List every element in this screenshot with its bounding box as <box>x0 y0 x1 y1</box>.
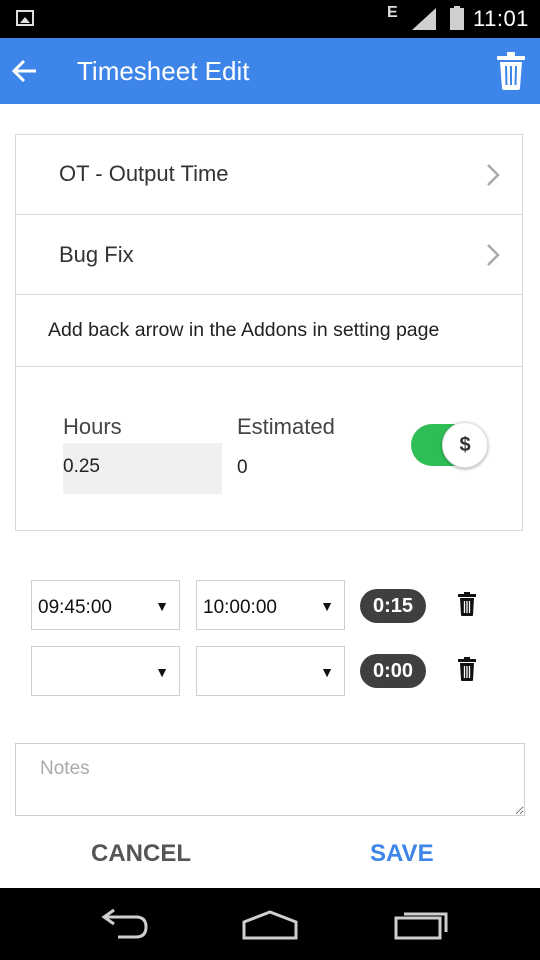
end-time-value: 10:00:00 <box>203 597 277 618</box>
chevron-right-icon <box>487 244 500 266</box>
project-label: OT - Output Time <box>59 161 229 186</box>
project-selector[interactable]: OT - Output Time <box>16 135 522 215</box>
back-arrow-icon[interactable] <box>10 56 40 86</box>
status-bar: E 11:01 <box>0 0 540 38</box>
hours-value: 0.25 <box>63 456 100 477</box>
battery-icon <box>450 6 464 30</box>
hours-label: Hours <box>63 414 122 439</box>
signal-icon <box>412 8 436 30</box>
notes-input[interactable] <box>15 743 525 816</box>
cancel-button[interactable]: CANCEL <box>91 840 191 868</box>
duration-badge: 0:00 <box>360 654 426 688</box>
end-time-select[interactable]: 10:00:00 ▼ <box>196 580 345 630</box>
start-time-select[interactable]: 09:45:00 ▼ <box>31 580 180 630</box>
hours-field[interactable]: 0.25 <box>63 443 222 494</box>
app-bar: Timesheet Edit <box>0 38 540 104</box>
delete-entry-icon[interactable] <box>458 592 476 616</box>
toggle-knob: $ <box>442 422 488 468</box>
timesheet-card: OT - Output Time Bug Fix Add back arrow … <box>15 134 523 531</box>
dropdown-caret-icon: ▼ <box>155 598 169 614</box>
end-time-select[interactable]: ▼ <box>196 646 345 696</box>
estimated-value: 0 <box>237 457 248 478</box>
gallery-notification-icon <box>16 10 34 26</box>
chevron-right-icon <box>487 164 500 186</box>
home-nav-icon[interactable] <box>240 908 300 942</box>
description-text: Add back arrow in the Addons in setting … <box>48 319 440 341</box>
start-time-select[interactable]: ▼ <box>31 646 180 696</box>
duration-badge: 0:15 <box>360 589 426 623</box>
save-button[interactable]: SAVE <box>370 840 434 868</box>
task-selector[interactable]: Bug Fix <box>16 215 522 295</box>
page-title: Timesheet Edit <box>77 56 250 86</box>
delete-timesheet-icon[interactable] <box>496 52 526 90</box>
task-label: Bug Fix <box>59 242 134 267</box>
recent-apps-nav-icon[interactable] <box>392 908 452 942</box>
start-time-value: 09:45:00 <box>38 597 112 618</box>
dollar-icon: $ <box>459 434 471 456</box>
estimated-label: Estimated <box>237 414 335 439</box>
billable-toggle[interactable]: $ <box>411 422 488 468</box>
description[interactable]: Add back arrow in the Addons in setting … <box>16 295 522 367</box>
network-type: E <box>387 4 398 21</box>
delete-entry-icon[interactable] <box>458 657 476 681</box>
dropdown-caret-icon: ▼ <box>320 598 334 614</box>
dropdown-caret-icon: ▼ <box>155 664 169 680</box>
back-nav-icon[interactable] <box>92 908 152 942</box>
clock: 11:01 <box>473 6 529 31</box>
dropdown-caret-icon: ▼ <box>320 664 334 680</box>
system-nav-bar <box>0 888 540 960</box>
